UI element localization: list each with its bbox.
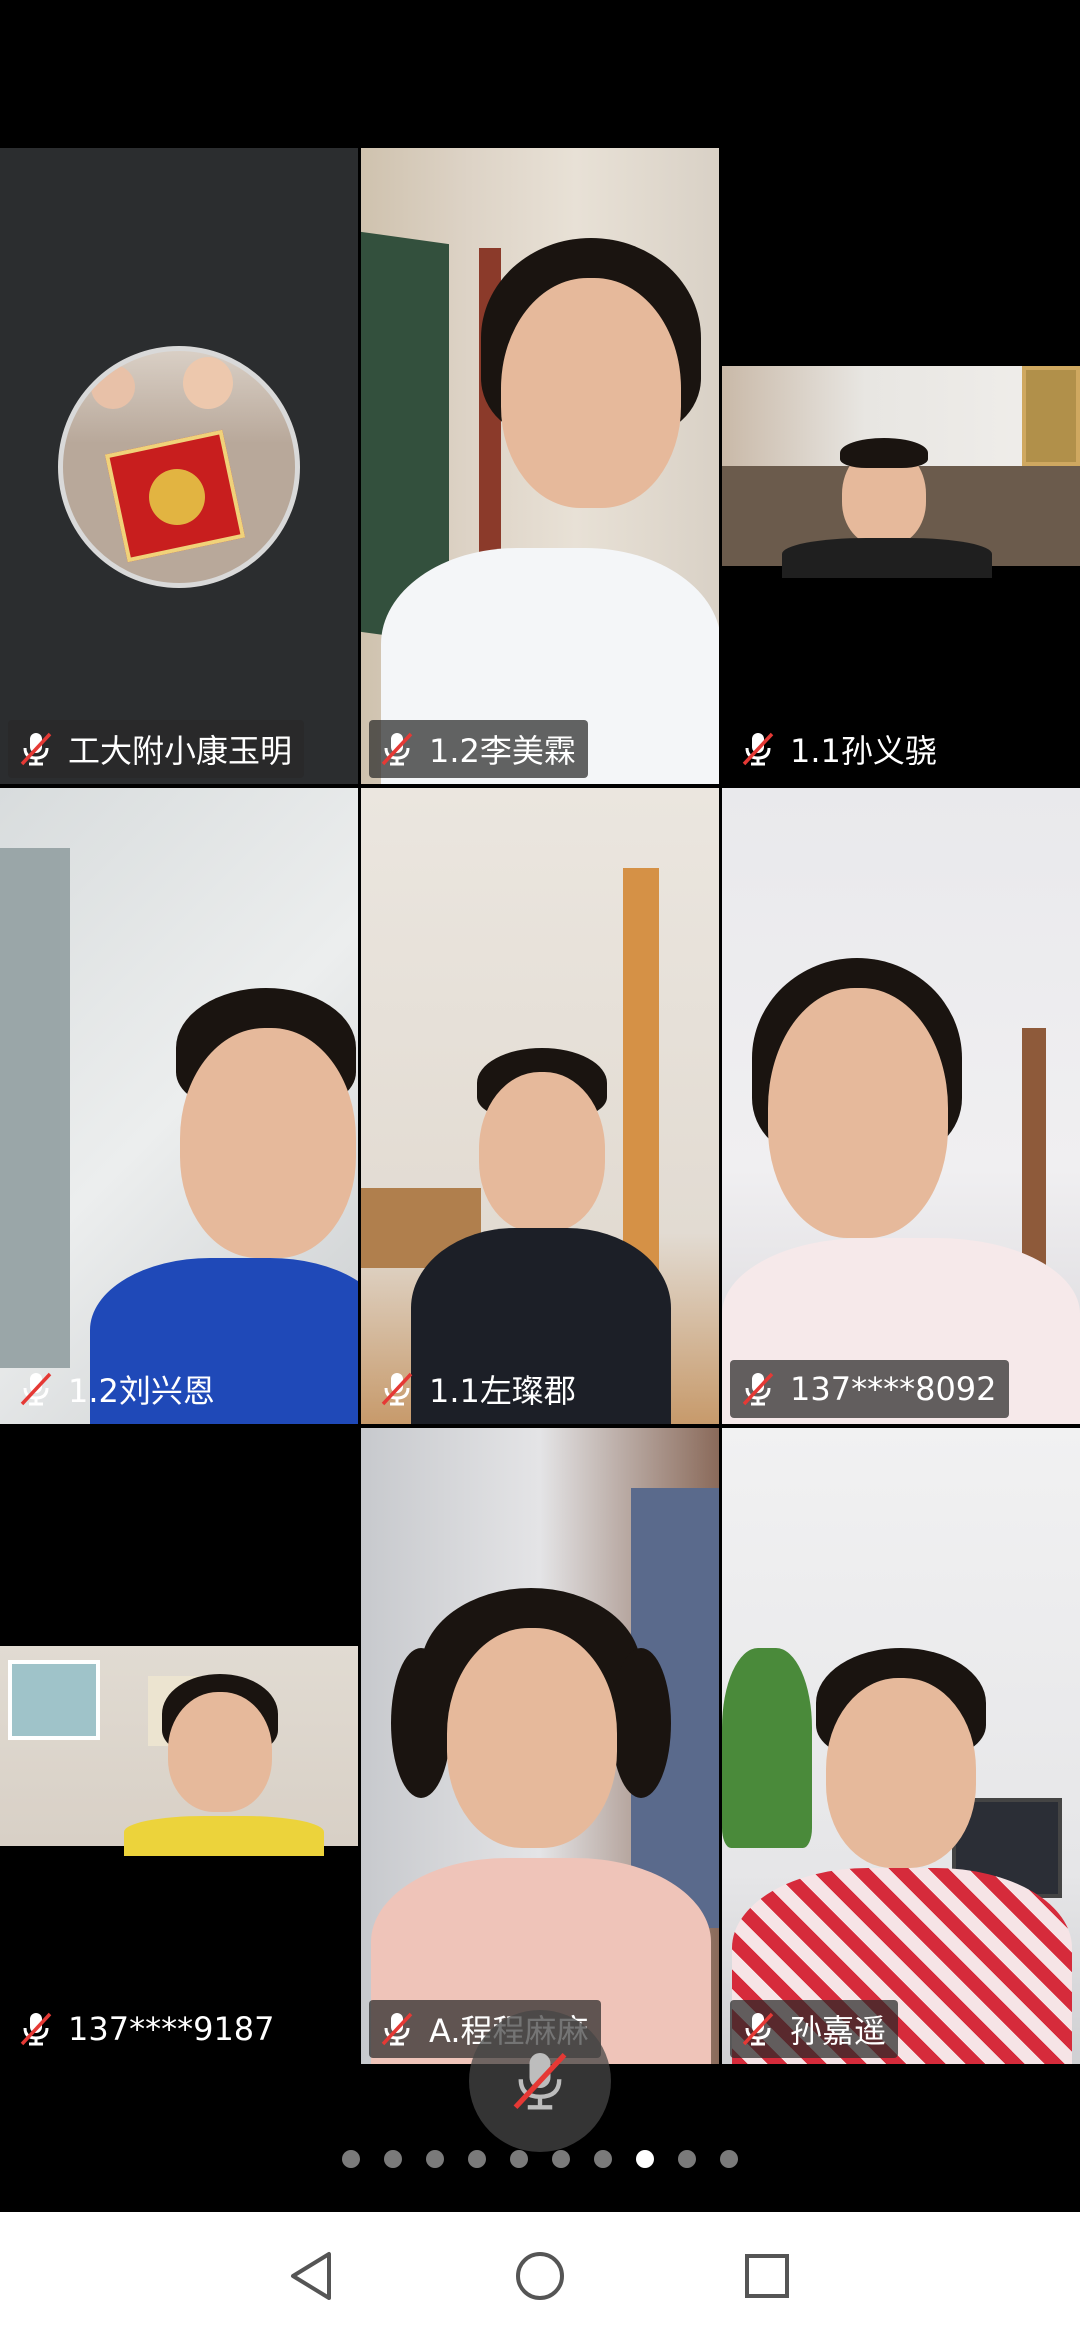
participant-label: 137****8092 bbox=[730, 1360, 1009, 1418]
back-button[interactable] bbox=[273, 2236, 353, 2316]
mic-muted-icon bbox=[377, 2009, 417, 2049]
page-dot[interactable] bbox=[510, 2150, 528, 2168]
page-dot[interactable] bbox=[594, 2150, 612, 2168]
wall-painting bbox=[1022, 366, 1080, 466]
participant-label: 1.2李美霖 bbox=[369, 720, 588, 778]
mic-muted-icon bbox=[16, 2009, 56, 2049]
participant-tile[interactable]: 1.1孙义骁 bbox=[722, 148, 1080, 784]
participant-tile[interactable]: 1.2刘兴恩 bbox=[0, 788, 358, 1424]
back-triangle-icon bbox=[291, 2252, 332, 2300]
mic-muted-icon bbox=[738, 2009, 778, 2049]
home-circle-icon bbox=[515, 2252, 564, 2300]
participant-tile[interactable]: 137****8092 bbox=[722, 788, 1080, 1424]
system-nav-bar bbox=[0, 2212, 1080, 2340]
mic-muted-icon bbox=[738, 1369, 778, 1409]
page-dot[interactable] bbox=[384, 2150, 402, 2168]
video-feed bbox=[361, 1428, 719, 2064]
participant-name: 孙嘉遥 bbox=[790, 2012, 887, 2050]
participant-name: 1.2刘兴恩 bbox=[68, 1372, 215, 1410]
participant-name: 1.1左璨郡 bbox=[429, 1372, 576, 1410]
baby-face-image bbox=[183, 357, 233, 409]
pigtail bbox=[611, 1648, 671, 1798]
whiteboard-edge bbox=[0, 848, 70, 1368]
mic-muted-icon bbox=[513, 2052, 567, 2110]
page-dot[interactable] bbox=[552, 2150, 570, 2168]
participant-name: 137****9187 bbox=[68, 2010, 275, 2048]
mic-muted-icon bbox=[16, 729, 56, 769]
recent-square-icon bbox=[744, 2254, 789, 2298]
participant-label: 1.1左璨郡 bbox=[369, 1360, 588, 1418]
participant-label: 1.1孙义骁 bbox=[730, 720, 949, 778]
participant-label: 1.2刘兴恩 bbox=[8, 1360, 227, 1418]
wall-picture bbox=[8, 1660, 100, 1740]
door-frame bbox=[1022, 1028, 1046, 1278]
video-feed bbox=[361, 148, 719, 784]
video-feed bbox=[0, 788, 358, 1424]
participant-tile[interactable]: A.程程麻麻 bbox=[361, 1428, 719, 2064]
home-button[interactable] bbox=[500, 2236, 580, 2316]
participant-label: 工大附小康玉明 bbox=[8, 720, 305, 778]
video-feed bbox=[722, 366, 1080, 578]
mic-muted-icon bbox=[377, 1369, 417, 1409]
participant-tile[interactable]: 工大附小康玉明 bbox=[0, 148, 358, 784]
video-feed bbox=[722, 1428, 1080, 2064]
participant-tile[interactable]: 1.2李美霖 bbox=[361, 148, 719, 784]
page-dot-active[interactable] bbox=[636, 2150, 654, 2168]
participant-tile[interactable]: 137****9187 bbox=[0, 1428, 358, 2064]
participant-label: 137****9187 bbox=[8, 2000, 287, 2058]
curtain bbox=[623, 868, 659, 1288]
mic-muted-icon bbox=[738, 729, 778, 769]
participant-grid: 工大附小康玉明 1.2李美霖 1.1孙义骁 1.2刘兴恩 1.1左璨郡 137*… bbox=[0, 148, 1080, 2065]
participant-label: 孙嘉遥 bbox=[730, 2000, 899, 2058]
page-dot[interactable] bbox=[720, 2150, 738, 2168]
recent-apps-button[interactable] bbox=[727, 2236, 807, 2316]
participant-tile[interactable]: 孙嘉遥 bbox=[722, 1428, 1080, 2064]
baby-face-image bbox=[91, 365, 135, 409]
page-dot[interactable] bbox=[678, 2150, 696, 2168]
page-dot[interactable] bbox=[426, 2150, 444, 2168]
mic-muted-icon bbox=[16, 1369, 56, 1409]
participant-tile[interactable]: 1.1左璨郡 bbox=[361, 788, 719, 1424]
participant-name: 1.1孙义骁 bbox=[790, 732, 937, 770]
plant bbox=[722, 1648, 812, 1848]
participant-name: 1.2李美霖 bbox=[429, 732, 576, 770]
page-dot[interactable] bbox=[342, 2150, 360, 2168]
participant-name: 137****8092 bbox=[790, 1370, 997, 1408]
participant-name: 工大附小康玉明 bbox=[68, 732, 293, 770]
page-dot[interactable] bbox=[468, 2150, 486, 2168]
mic-muted-icon bbox=[377, 729, 417, 769]
video-feed bbox=[361, 788, 719, 1424]
participant-avatar bbox=[58, 346, 300, 588]
video-feed bbox=[722, 788, 1080, 1424]
mute-toggle-button[interactable] bbox=[469, 2010, 611, 2152]
page-indicator bbox=[0, 2150, 1080, 2170]
pigtail bbox=[391, 1648, 451, 1798]
video-feed bbox=[0, 1646, 358, 1856]
